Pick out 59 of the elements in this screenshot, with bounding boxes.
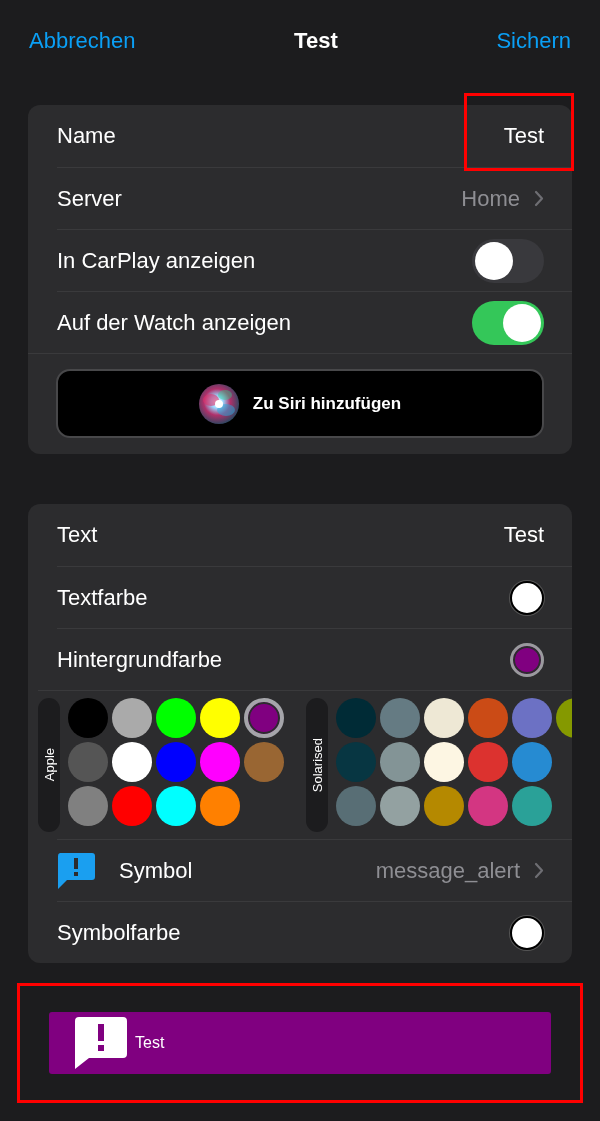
toggle-switch[interactable] <box>472 238 544 283</box>
color-swatch[interactable] <box>380 786 420 826</box>
color-swatch[interactable] <box>200 786 240 826</box>
color-swatch[interactable] <box>200 742 240 782</box>
color-swatch[interactable] <box>512 786 552 826</box>
color-swatch[interactable] <box>424 786 464 826</box>
color-swatch[interactable] <box>336 786 376 826</box>
add-to-siri-button[interactable]: Zu Siri hinzufügen <box>56 369 544 438</box>
row-label: Name <box>57 123 117 149</box>
siri-orb-icon <box>198 383 239 424</box>
preview-text: Test <box>135 1034 165 1052</box>
row-label: Server <box>57 185 123 212</box>
color-swatch[interactable] <box>112 698 152 738</box>
row-label: Hintergrundfarbe <box>57 646 224 673</box>
palette-label: Apple <box>38 698 60 832</box>
color-swatch[interactable] <box>510 915 544 950</box>
color-swatch[interactable] <box>336 698 376 738</box>
color-swatch[interactable] <box>380 742 420 782</box>
color-swatch[interactable] <box>112 742 152 782</box>
palette-label: Solarised <box>306 698 328 832</box>
row-value[interactable]: message_alert <box>375 857 520 884</box>
chevron-icon <box>534 190 544 207</box>
color-swatch[interactable] <box>68 698 108 738</box>
color-swatch[interactable] <box>156 786 196 826</box>
chevron-icon <box>534 862 544 879</box>
color-swatch[interactable] <box>244 742 284 782</box>
cancel-button[interactable]: Abbrechen <box>29 28 136 54</box>
color-swatch[interactable] <box>468 786 508 826</box>
color-swatch[interactable] <box>380 698 420 738</box>
screen-title: Test <box>294 28 338 54</box>
color-swatch[interactable] <box>510 642 544 677</box>
color-swatch[interactable] <box>468 698 508 738</box>
color-swatch[interactable] <box>510 580 544 615</box>
row-label: In CarPlay anzeigen <box>57 247 257 274</box>
row-label: Textfarbe <box>57 584 149 611</box>
color-swatch[interactable] <box>512 698 552 738</box>
row-label: Auf der Watch anzeigen <box>57 309 292 336</box>
alert-message-icon <box>57 852 95 889</box>
color-swatch[interactable] <box>156 698 196 738</box>
color-swatch[interactable] <box>512 742 552 782</box>
alert-message-icon <box>75 1017 127 1069</box>
row-label: Text <box>57 522 99 548</box>
color-swatch[interactable] <box>156 742 196 782</box>
save-button[interactable]: Sichern <box>496 28 571 54</box>
row-value: Test <box>503 123 544 148</box>
color-swatch[interactable] <box>112 786 152 826</box>
color-swatch[interactable] <box>336 742 376 782</box>
color-swatch[interactable] <box>68 742 108 782</box>
color-swatch[interactable] <box>468 742 508 782</box>
color-swatch[interactable] <box>424 698 464 738</box>
row-value[interactable]: Home <box>461 185 520 212</box>
color-swatch[interactable] <box>200 698 240 738</box>
row-label: Symbol <box>119 857 194 884</box>
color-swatch[interactable] <box>244 698 284 738</box>
row-label: Symbolfarbe <box>57 919 182 946</box>
toggle-switch[interactable] <box>472 300 544 345</box>
color-swatch[interactable] <box>424 742 464 782</box>
color-swatch[interactable] <box>68 786 108 826</box>
row-value: Test <box>503 522 544 547</box>
